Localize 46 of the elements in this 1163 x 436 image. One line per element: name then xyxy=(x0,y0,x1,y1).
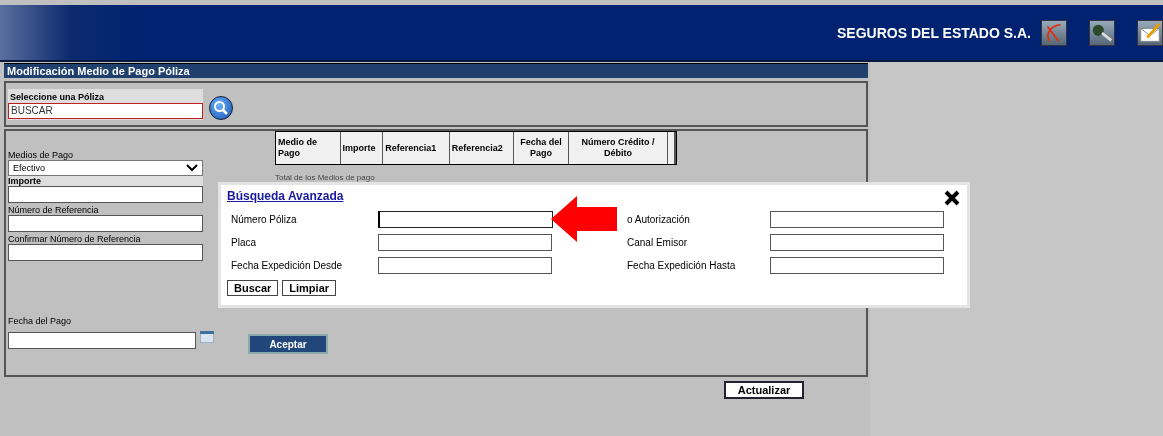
column-header: Número Crédito / Débito xyxy=(568,132,669,164)
field-label: Importe xyxy=(8,176,203,186)
input-field[interactable] xyxy=(770,257,944,274)
field-label: Número de Referencia xyxy=(8,205,100,215)
field-label: Fecha Expedición Hasta xyxy=(626,260,737,271)
pencil-envelope-icon[interactable] xyxy=(1137,19,1163,46)
clear-button[interactable]: Limpiar xyxy=(282,280,337,296)
input-field[interactable] xyxy=(770,211,944,228)
chevron-down-icon xyxy=(186,164,198,172)
input-field[interactable] xyxy=(8,215,203,232)
column-header: Referencia1 xyxy=(383,132,450,164)
column-header: Referencia2 xyxy=(449,132,515,164)
company-name: SEGUROS DEL ESTADO S.A. xyxy=(837,24,1031,41)
field-label: Confirmar Número de Referencia xyxy=(8,234,142,244)
input-field[interactable] xyxy=(378,257,552,274)
input-field[interactable] xyxy=(770,234,944,251)
column-header: Medio de Pago xyxy=(276,132,341,164)
column-header: Importe xyxy=(340,132,384,164)
input-field[interactable] xyxy=(378,234,552,251)
update-button[interactable]: Actualizar xyxy=(724,381,804,399)
field-label: Canal Emisor xyxy=(626,237,689,248)
field-label: Placa xyxy=(230,237,257,248)
field-label: Fecha del Pago xyxy=(8,316,73,326)
search-icon[interactable] xyxy=(209,96,233,120)
payment-method-dropdown[interactable]: Efectivo xyxy=(8,160,203,176)
input-field[interactable] xyxy=(8,186,203,203)
arrow-icon xyxy=(551,196,617,242)
search-button[interactable]: Buscar xyxy=(227,280,279,296)
total-label: Total de los Medios de pago xyxy=(275,173,376,182)
input-field[interactable] xyxy=(8,244,203,261)
calendar-icon[interactable] xyxy=(200,331,214,343)
policy-search-field[interactable]: BUSCAR xyxy=(8,102,203,119)
accept-button[interactable]: Aceptar xyxy=(248,334,328,354)
field-label: Fecha Expedición Desde xyxy=(230,260,344,271)
close-icon[interactable] xyxy=(943,189,961,207)
field-label: o Autorización xyxy=(626,214,691,225)
logo-swoosh-icon[interactable] xyxy=(1041,19,1067,46)
field-label: Medios de Pago xyxy=(8,150,75,160)
column-header: Fecha del Pago xyxy=(514,132,569,164)
key-icon[interactable] xyxy=(1089,19,1115,46)
field-label: Número Póliza xyxy=(230,214,298,225)
date-field[interactable] xyxy=(8,331,196,349)
input-field[interactable] xyxy=(378,211,553,228)
page-title: Modificación Medio de Pago Póliza xyxy=(4,63,868,78)
advanced-search-link[interactable]: Búsqueda Avanzada xyxy=(227,189,344,203)
field-label: Seleccione una Póliza xyxy=(9,90,106,103)
